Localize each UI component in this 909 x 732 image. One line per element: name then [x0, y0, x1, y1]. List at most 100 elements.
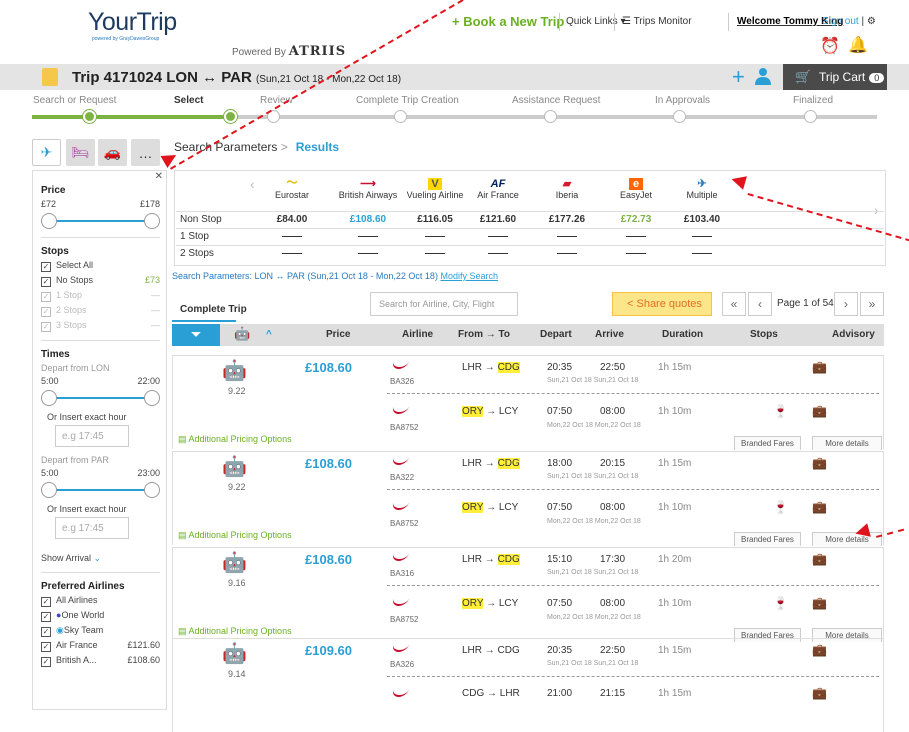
baggage-advisory-icon[interactable]: 💼	[812, 360, 827, 374]
trips-monitor-link[interactable]: ☰ Trips Monitor	[622, 16, 692, 27]
filter-button[interactable]: ⏷	[172, 324, 220, 346]
matrix-price[interactable]: £116.05	[403, 214, 467, 225]
baggage-advisory-icon[interactable]: 💼	[812, 404, 827, 418]
matrix-price[interactable]: £177.26	[535, 214, 599, 225]
baggage-advisory-icon[interactable]: 💼	[812, 456, 827, 470]
next-page-button[interactable]: ›	[834, 292, 858, 316]
more-modes-button[interactable]: …	[131, 139, 160, 166]
airline-col-multiple[interactable]: ✈ Multiple	[670, 172, 734, 200]
checkbox-checked-icon[interactable]: ✓	[41, 597, 51, 607]
last-page-button[interactable]: »	[860, 292, 884, 316]
baggage-advisory-icon[interactable]: 💼	[812, 643, 827, 657]
airline-col-british-airways[interactable]: ⟶ British Airways	[336, 172, 400, 200]
modify-search-link[interactable]: Modify Search	[440, 271, 498, 281]
slider-min-handle[interactable]	[41, 390, 57, 406]
lon-exact-hour-input[interactable]: e.g 17:45	[55, 425, 129, 447]
hotel-mode-button[interactable]: 🛏	[66, 139, 95, 166]
bell-icon[interactable]: 🔔	[848, 35, 868, 55]
additional-pricing-options-link[interactable]: ▤ Additional Pricing Options	[178, 626, 292, 637]
scroll-left-icon[interactable]: ‹	[250, 176, 255, 192]
meal-icon[interactable]: 🍷	[773, 500, 788, 514]
airline-option-one-world[interactable]: ✓ ●One World	[41, 610, 160, 622]
matrix-price[interactable]: £72.73	[604, 214, 668, 225]
checkbox-checked-icon[interactable]: ✓	[41, 642, 51, 652]
par-exact-hour-input[interactable]: e.g 17:45	[55, 517, 129, 539]
slider-max-handle[interactable]	[144, 390, 160, 406]
baggage-advisory-icon[interactable]: 💼	[812, 552, 827, 566]
col-arrive[interactable]: Arrive	[595, 329, 624, 340]
robot-sort-icon[interactable]: 🤖	[234, 326, 250, 342]
result-price[interactable]: £108.60	[305, 360, 352, 375]
checkbox-checked-icon[interactable]: ✓	[41, 277, 51, 287]
stops-option-select-all[interactable]: ✓ Select All	[41, 260, 160, 272]
quick-links-dropdown[interactable]: Quick Links ▾	[566, 16, 625, 27]
col-depart[interactable]: Depart	[540, 329, 572, 340]
slider-max-handle[interactable]	[144, 213, 160, 229]
step-search-or-request[interactable]: Search or Request	[33, 95, 116, 106]
baggage-advisory-icon[interactable]: 💼	[812, 686, 827, 700]
app-logo[interactable]: YourTrip	[88, 8, 177, 37]
checkbox-checked-icon[interactable]: ✓	[41, 262, 51, 272]
sign-out-link[interactable]: Sign out | ⚙	[822, 16, 876, 27]
book-new-trip-link[interactable]: + Book a New Trip	[452, 14, 564, 29]
traveler-icon[interactable]	[754, 67, 772, 85]
airline-col-iberia[interactable]: ▰ Iberia	[535, 172, 599, 200]
col-from-to[interactable]: From → To	[458, 329, 510, 340]
result-price[interactable]: £109.60	[305, 643, 352, 658]
checkbox-checked-icon[interactable]: ✓	[41, 657, 51, 667]
additional-pricing-options-link[interactable]: ▤ Additional Pricing Options	[178, 530, 292, 541]
stops-option-no-stops[interactable]: ✓ No Stops £73	[41, 275, 160, 287]
matrix-price[interactable]: £103.40	[670, 214, 734, 225]
baggage-advisory-icon[interactable]: 💼	[812, 500, 827, 514]
add-icon[interactable]: +	[732, 64, 745, 90]
price-slider[interactable]	[41, 213, 160, 229]
airline-option-british-airways[interactable]: ✓ British A... £108.60	[41, 655, 160, 667]
airline-col-easyjet[interactable]: e EasyJet	[604, 172, 668, 200]
baggage-advisory-icon[interactable]: 💼	[812, 596, 827, 610]
trip-cart-button[interactable]: 🛒 Trip Cart 0	[783, 64, 887, 90]
matrix-price[interactable]: £108.60	[336, 214, 400, 225]
airline-col-vueling[interactable]: V Vueling Airline	[403, 172, 467, 200]
branded-fares-tab[interactable]: Branded Fares	[734, 436, 801, 450]
col-price[interactable]: Price	[326, 329, 350, 340]
more-details-tab[interactable]: More details	[812, 532, 882, 546]
results-search-input[interactable]: Search for Airline, City, Flight	[370, 292, 518, 316]
slider-min-handle[interactable]	[41, 482, 57, 498]
airline-option-air-france[interactable]: ✓ Air France £121.60	[41, 640, 160, 652]
step-select[interactable]: Select	[174, 95, 203, 106]
breadcrumb-search-params[interactable]: Search Parameters	[174, 140, 277, 154]
matrix-price[interactable]: £121.60	[466, 214, 530, 225]
tab-complete-trip[interactable]: Complete Trip	[180, 304, 247, 315]
checkbox-checked-icon[interactable]: ✓	[41, 627, 51, 637]
branded-fares-tab[interactable]: Branded Fares	[734, 532, 801, 546]
meal-icon[interactable]: 🍷	[773, 596, 788, 610]
alarm-clock-icon[interactable]: ⏰	[820, 36, 840, 56]
show-arrival-toggle[interactable]: Show Arrival ⌄	[41, 553, 160, 564]
result-price[interactable]: £108.60	[305, 456, 352, 471]
close-icon[interactable]: ✕	[155, 171, 163, 182]
slider-min-handle[interactable]	[41, 213, 57, 229]
checkbox-checked-icon[interactable]: ✓	[41, 612, 51, 622]
airline-option-sky-team[interactable]: ✓ ◉Sky Team	[41, 625, 160, 637]
col-airline[interactable]: Airline	[402, 329, 433, 340]
flight-mode-button[interactable]: ✈	[32, 139, 61, 166]
par-time-slider[interactable]	[41, 482, 160, 498]
col-duration[interactable]: Duration	[662, 329, 703, 340]
meal-icon[interactable]: 🍷	[773, 404, 788, 418]
col-advisory[interactable]: Advisory	[832, 329, 875, 340]
slider-max-handle[interactable]	[144, 482, 160, 498]
result-card[interactable]	[172, 638, 884, 732]
airline-col-eurostar[interactable]: 〜 Eurostar	[260, 172, 324, 200]
col-stops[interactable]: Stops	[750, 329, 778, 340]
first-page-button[interactable]: «	[722, 292, 746, 316]
more-details-tab[interactable]: More details	[812, 436, 882, 450]
car-mode-button[interactable]: 🚗	[98, 139, 127, 166]
airline-option-all[interactable]: ✓ All Airlines	[41, 595, 160, 607]
prev-page-button[interactable]: ‹	[748, 292, 772, 316]
result-price[interactable]: £108.60	[305, 552, 352, 567]
lon-time-slider[interactable]	[41, 390, 160, 406]
sort-up-icon[interactable]: ^	[266, 329, 272, 340]
airline-col-air-france[interactable]: AF Air France	[466, 172, 530, 200]
gear-icon[interactable]: ⚙	[867, 16, 876, 27]
additional-pricing-options-link[interactable]: ▤ Additional Pricing Options	[178, 434, 292, 445]
